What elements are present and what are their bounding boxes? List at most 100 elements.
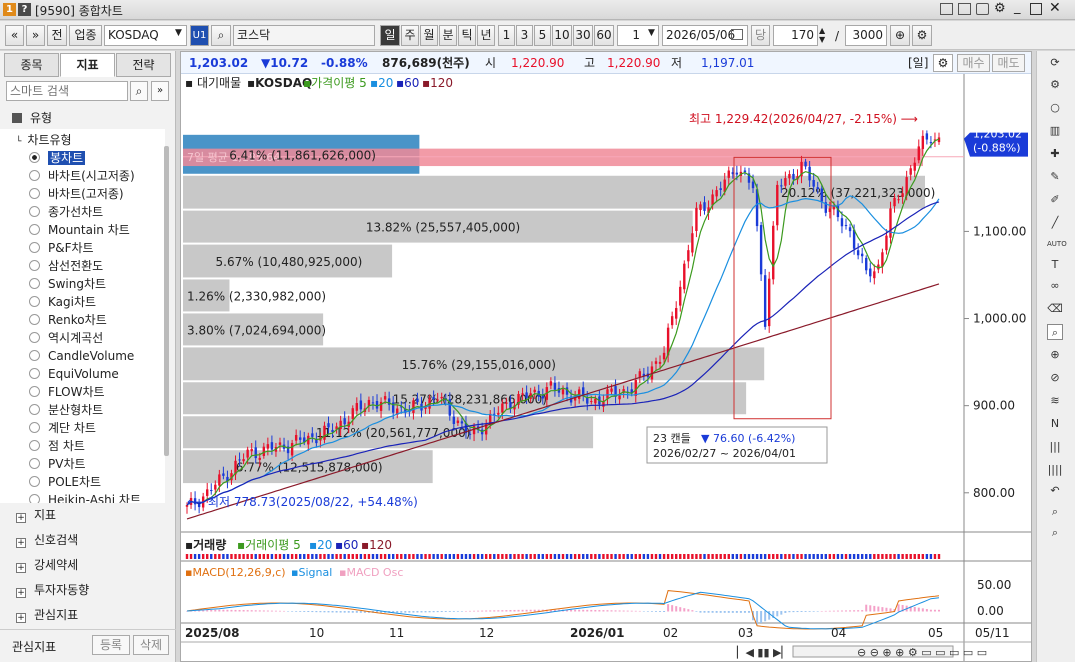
num-10[interactable]: 10 — [552, 25, 572, 46]
radio-icon[interactable] — [29, 332, 40, 343]
tab-strategy[interactable]: 전략 — [116, 53, 171, 77]
chart-type-item[interactable]: 계단 차트 — [29, 419, 96, 437]
radio-icon[interactable] — [29, 404, 40, 415]
list-scrollbar[interactable] — [164, 146, 169, 456]
line-icon[interactable]: ╱ — [1047, 215, 1063, 231]
tab-indicator[interactable]: 지표 — [60, 53, 115, 77]
text-icon[interactable]: T — [1047, 257, 1063, 273]
period-week[interactable]: 주 — [401, 25, 419, 46]
close-icon[interactable]: ✕ — [1049, 0, 1061, 16]
chart-type-item[interactable]: 종가선차트 — [29, 203, 103, 221]
radio-icon[interactable] — [29, 260, 40, 271]
radio-icon[interactable] — [29, 278, 40, 289]
radio-icon[interactable] — [29, 476, 40, 487]
search-zoom-icon[interactable]: ⌕ — [1047, 504, 1063, 520]
chart-type-item[interactable]: 삼선전환도 — [29, 257, 103, 275]
nav-down-icon[interactable]: » — [26, 25, 45, 46]
chart-type-item[interactable]: Renko차트 — [29, 311, 107, 329]
radio-icon[interactable] — [29, 494, 40, 503]
section-1[interactable]: + 신호검색 — [0, 528, 176, 553]
total-input[interactable]: 3000 — [845, 25, 887, 46]
num-60[interactable]: 60 — [594, 25, 614, 46]
chart-type-item[interactable]: 봉차트 — [29, 149, 86, 167]
fibonacci-icon[interactable]: ≋ — [1047, 393, 1063, 409]
num-1[interactable]: 1 — [498, 25, 515, 46]
grid-lines-icon[interactable]: ||| — [1047, 439, 1063, 455]
calendar-icon[interactable] — [731, 29, 743, 40]
chart-type-item[interactable]: PV차트 — [29, 455, 86, 473]
expand-icon[interactable]: + — [16, 563, 26, 573]
market-icon[interactable]: U1 — [190, 25, 209, 46]
chart-type-item[interactable]: Kagi차트 — [29, 293, 96, 311]
help-icon[interactable]: ? — [18, 3, 31, 16]
period-tick[interactable]: 틱 — [458, 25, 476, 46]
expand-icon[interactable]: + — [16, 538, 26, 548]
section-0[interactable]: + 지표 — [0, 503, 176, 528]
chart-type-item[interactable]: 점 차트 — [29, 437, 85, 455]
num-5[interactable]: 5 — [534, 25, 551, 46]
eraser-icon[interactable]: ⌫ — [1047, 301, 1063, 317]
bar-chart-icon[interactable]: ▥ — [1047, 123, 1063, 139]
interval-dropdown-icon[interactable]: ▼ — [648, 28, 655, 38]
pen-icon[interactable]: ✎ — [1047, 169, 1063, 185]
chart-type-item[interactable]: 역시계곡선 — [29, 329, 103, 347]
chart-type-item[interactable]: FLOW차트 — [29, 383, 105, 401]
brush-icon[interactable]: ✐ — [1047, 192, 1063, 208]
delete-button[interactable]: 삭제 — [133, 635, 169, 655]
camera-icon[interactable] — [976, 3, 989, 15]
radio-icon[interactable] — [29, 242, 40, 253]
search-icon[interactable]: ⌕ — [211, 25, 231, 46]
nav-up-icon[interactable]: « — [5, 25, 24, 46]
radio-icon[interactable] — [29, 386, 40, 397]
chart-type-item[interactable]: 분산형차트 — [29, 401, 103, 419]
count-input[interactable]: 170 — [773, 25, 818, 46]
tool-settings-icon[interactable]: ⚙ — [1047, 77, 1063, 93]
chart-type-item[interactable]: Swing차트 — [29, 275, 106, 293]
auto-icon[interactable]: AUTO — [1047, 236, 1067, 252]
radio-icon[interactable] — [29, 458, 40, 469]
tree-root[interactable]: 유형 — [12, 109, 52, 126]
period-year[interactable]: 년 — [477, 25, 495, 46]
section-3[interactable]: + 투자자동향 — [0, 578, 176, 603]
section-4[interactable]: + 관심지표 — [0, 603, 176, 628]
chart-type-item[interactable]: Mountain 차트 — [29, 221, 130, 239]
radio-icon[interactable] — [29, 368, 40, 379]
expand-icon[interactable]: + — [16, 588, 26, 598]
n-pattern-icon[interactable]: N — [1047, 416, 1063, 432]
expand-icon[interactable]: + — [16, 613, 26, 623]
radio-icon[interactable] — [29, 422, 40, 433]
register-button[interactable]: 등록 — [92, 635, 130, 655]
settings-icon[interactable]: ⚙ — [994, 1, 1006, 16]
chart-type-item[interactable]: 바차트(시고저종) — [29, 167, 135, 185]
count-stepper-icon[interactable]: ▲ ▼ — [819, 26, 825, 44]
cross-icon[interactable]: ✚ — [1047, 146, 1063, 162]
radio-icon[interactable] — [29, 314, 40, 325]
magnifier-icon[interactable]: ⌕ — [1047, 324, 1063, 340]
chart-type-item[interactable]: EquiVolume — [29, 365, 119, 383]
window-save-icon[interactable] — [958, 3, 971, 15]
period-day[interactable]: 일 — [380, 25, 400, 46]
chart-type-group[interactable]: └ 차트유형 — [16, 131, 72, 148]
radio-icon[interactable] — [29, 224, 40, 235]
window-link-icon[interactable] — [940, 3, 953, 15]
chart-type-item[interactable]: P&F차트 — [29, 239, 94, 257]
zoom-in-icon[interactable]: ⊕ — [1047, 347, 1063, 363]
period-month[interactable]: 월 — [420, 25, 438, 46]
radio-icon[interactable] — [29, 152, 40, 163]
chart-type-item[interactable]: POLE차트 — [29, 473, 101, 491]
tab-item[interactable]: 종목 — [4, 53, 59, 77]
section-2[interactable]: + 강세약세 — [0, 553, 176, 578]
radio-icon[interactable] — [29, 206, 40, 217]
chart-type-item[interactable]: Heikin-Ashi 차트 — [29, 491, 141, 503]
radio-icon[interactable] — [29, 440, 40, 451]
minimize-icon[interactable]: _ — [1014, 0, 1021, 15]
period-minute[interactable]: 분 — [439, 25, 457, 46]
chart-type-item[interactable]: CandleVolume — [29, 347, 134, 365]
code-dropdown-icon[interactable]: ▼ — [175, 28, 182, 38]
refresh-icon[interactable]: ⟳ — [1047, 55, 1063, 71]
num-3[interactable]: 3 — [516, 25, 533, 46]
radio-icon[interactable] — [29, 296, 40, 307]
link-icon[interactable]: ∞ — [1047, 278, 1063, 294]
expand-icon[interactable]: + — [16, 513, 26, 523]
radio-icon[interactable] — [29, 350, 40, 361]
